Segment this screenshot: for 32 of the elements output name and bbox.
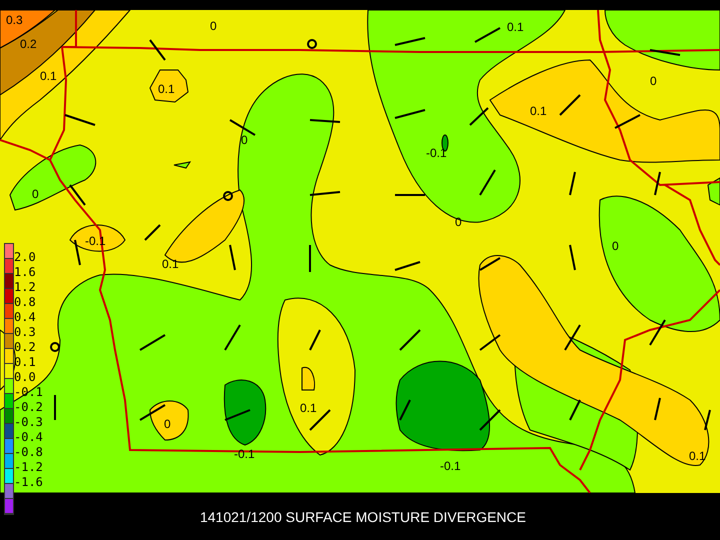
- contour-label: 0.1: [507, 20, 524, 34]
- scale-label: -0.2: [14, 400, 43, 414]
- scale-label: 1.6: [14, 265, 36, 279]
- scale-label: -1.6: [14, 475, 43, 489]
- scale-label: 0.2: [14, 340, 36, 354]
- scale-label: -0.8: [14, 445, 43, 459]
- contour-label: 0.1: [300, 401, 317, 415]
- contour-label: 0.1: [40, 69, 57, 83]
- contour-label: -0.1: [440, 459, 461, 473]
- scale-label: 0.8: [14, 295, 36, 309]
- map-caption: 141021/1200 SURFACE MOISTURE DIVERGENCE: [198, 508, 526, 524]
- contour-label: 0.3: [6, 13, 23, 27]
- scale-label: -1.2: [14, 460, 43, 474]
- scale-label: 1.2: [14, 280, 36, 294]
- scale-label: -0.4: [14, 430, 43, 444]
- scale-label: 2.0: [14, 250, 36, 264]
- contour-label: 0.1: [158, 82, 175, 96]
- contour-label: 0.1: [162, 257, 179, 271]
- contour-label: 0.1: [530, 104, 547, 118]
- scale-label: -0.3: [14, 415, 43, 429]
- contour-label: 0.2: [20, 37, 37, 51]
- contour-label: 0: [241, 133, 248, 147]
- contour-label: 0: [612, 239, 619, 253]
- scale-label: 0.4: [14, 310, 36, 324]
- scale-label: 0.0: [14, 370, 36, 384]
- contour-label: 0: [210, 19, 217, 33]
- contour-label: 0.1: [689, 449, 706, 463]
- contour-label: 0: [164, 417, 171, 431]
- scale-label: 0.3: [14, 325, 36, 339]
- contour-label: 0: [650, 74, 657, 88]
- contour-label: 0: [32, 187, 39, 201]
- contour-label: -0.1: [426, 146, 447, 160]
